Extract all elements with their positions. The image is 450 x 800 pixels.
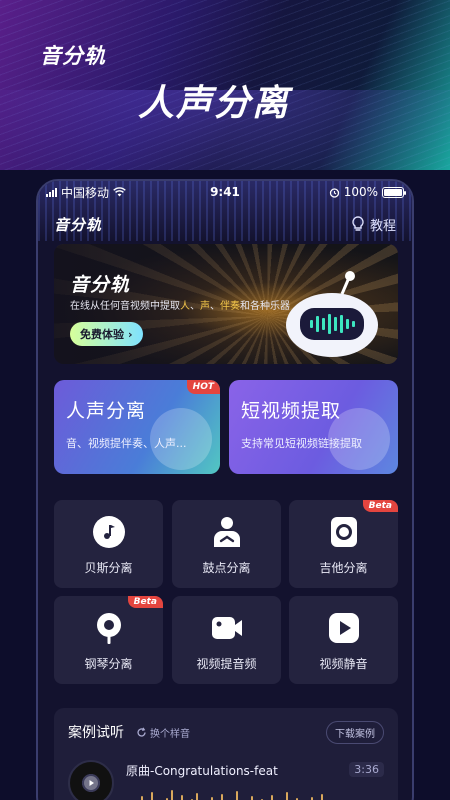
vocal-card-desc: 音、视频提伴奏、人声... <box>66 437 187 450</box>
tutorial-button[interactable]: 教程 <box>351 215 396 234</box>
play-disc-button[interactable] <box>68 760 114 800</box>
tool-video-to-audio[interactable]: 视频提音频 <box>172 596 281 684</box>
waveform <box>126 788 384 800</box>
beta-badge: Beta <box>362 500 398 512</box>
cases-title: 案例试听 <box>68 725 124 741</box>
promo-banner[interactable]: 音分轨 在线从任何音视频中提取人、声、伴奏和各种乐器 免费体验 › <box>54 244 398 364</box>
track-duration: 3:36 <box>349 762 384 777</box>
swap-sample-button[interactable]: 换个样音 <box>136 725 190 740</box>
status-bar: 中国移动 9:41 100% <box>38 181 412 203</box>
signal-icon <box>46 187 57 197</box>
short-video-extract-card[interactable]: 短视频提取 支持常见短视频链接提取 <box>229 380 398 474</box>
battery-percent: 100% <box>343 185 378 199</box>
app-bar: 音分轨 教程 <box>54 213 396 235</box>
hot-badge: HOT <box>186 380 220 394</box>
play-icon <box>327 611 361 645</box>
download-cases-button[interactable]: 下载案例 <box>326 720 384 744</box>
pin-icon <box>92 611 126 645</box>
tool-piano-separation[interactable]: Beta 钢琴分离 <box>54 596 163 684</box>
wifi-icon <box>113 187 126 197</box>
video-camera-icon <box>210 611 244 645</box>
lightbulb-icon <box>352 216 364 231</box>
vocal-separation-card[interactable]: HOT 人声分离 音、视频提伴奏、人声... <box>54 380 220 474</box>
beta-badge: Beta <box>127 596 163 608</box>
chevron-right-icon: › <box>128 327 133 341</box>
music-note-icon <box>92 515 126 549</box>
cases-section: 案例试听 换个样音 下载案例 原曲-Congratulations-feat 3… <box>54 708 398 800</box>
banner-title: 音分轨 <box>70 274 131 296</box>
refresh-icon <box>137 726 146 737</box>
speaker-icon <box>327 515 361 549</box>
alarm-icon <box>329 187 339 198</box>
banner-subtitle: 在线从任何音视频中提取人、声、伴奏和各种乐器 <box>70 301 290 312</box>
app-name: 音分轨 <box>54 215 103 234</box>
play-icon <box>84 776 98 790</box>
track-name: 原曲-Congratulations-feat <box>126 764 278 778</box>
free-trial-button[interactable]: 免费体验 › <box>70 322 143 346</box>
tool-guitar-separation[interactable]: Beta 吉他分离 <box>289 500 398 588</box>
tool-drum-separation[interactable]: 鼓点分离 <box>172 500 281 588</box>
tool-video-mute[interactable]: 视频静音 <box>289 596 398 684</box>
tutorial-label: 教程 <box>369 218 396 234</box>
video-card-title: 短视频提取 <box>241 400 342 422</box>
carrier-label: 中国移动 <box>61 185 110 200</box>
phone-frame: 中国移动 9:41 100% 音分轨 教程 音分轨 在线从任何音视频中提取人、声… <box>36 179 414 800</box>
promo-brand: 音分轨 <box>40 44 106 68</box>
video-card-desc: 支持常见短视频链接提取 <box>241 437 362 450</box>
vocal-card-title: 人声分离 <box>66 400 147 422</box>
promo-title: 人声分离 <box>138 83 291 124</box>
track-row[interactable]: 原曲-Congratulations-feat 3:36 <box>68 760 384 800</box>
drummer-icon <box>210 515 244 549</box>
tool-bass-separation[interactable]: 贝斯分离 <box>54 500 163 588</box>
battery-icon <box>382 186 406 198</box>
promo-header: 音分轨 人声分离 <box>0 0 450 170</box>
robot-mascot-icon <box>286 271 378 357</box>
